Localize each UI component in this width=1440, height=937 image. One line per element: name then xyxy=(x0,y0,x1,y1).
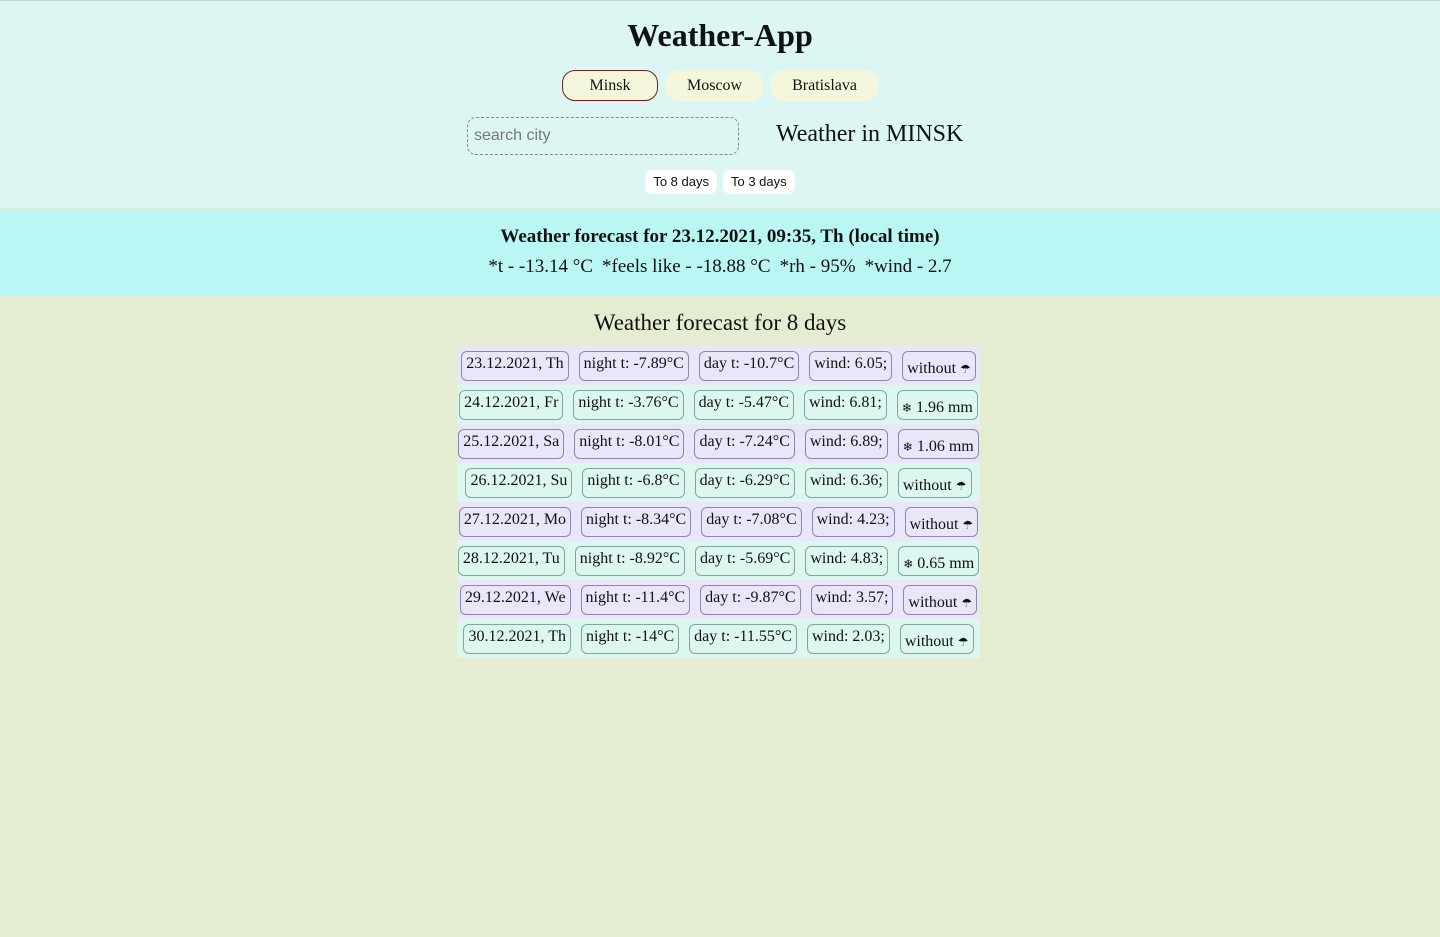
current-temperature: *t - -13.14 °C xyxy=(488,256,594,277)
forecast-day-temp: day t: -5.69°C xyxy=(694,545,796,576)
current-weather-panel xyxy=(0,209,1440,295)
forecast-precipitation-value: 0.65 mm xyxy=(917,554,975,572)
forecast-night-temp: night t: -11.4°C xyxy=(580,584,691,615)
forecast-day-temp: day t: -7.08°C xyxy=(701,506,802,537)
forecast-night-temp: night t: -3.76°C xyxy=(573,389,684,420)
forecast-precipitation: ❄ 1.96 mm xyxy=(896,389,978,420)
forecast-wind: wind: 4.83; xyxy=(805,545,889,576)
forecast-precipitation-value: without xyxy=(908,593,958,611)
current-humidity: *rh - 95% xyxy=(779,256,856,277)
forecast-list: 23.12.2021, Th night t: -7.89°C day t: -10… xyxy=(457,346,980,658)
city-button-minsk[interactable]: Minsk xyxy=(562,70,658,101)
forecast-night-temp: night t: -8.92°C xyxy=(574,545,685,576)
forecast-wind: wind: 2.03; xyxy=(806,623,890,654)
forecast-date: 30.12.2021, Th xyxy=(463,623,571,654)
current-weather-stats: *t - -13.14 °C *feels like - -18.88 °C *… xyxy=(0,256,1440,278)
snowflake-icon: ❄ xyxy=(903,556,914,571)
forecast-precipitation-value: 1.06 mm xyxy=(916,437,974,455)
forecast-night-temp: night t: -8.34°C xyxy=(581,506,692,537)
forecast-wind: wind: 6.81; xyxy=(803,389,887,420)
umbrella-icon: ☂ xyxy=(962,517,974,532)
umbrella-icon: ☂ xyxy=(955,478,967,493)
umbrella-icon: ☂ xyxy=(961,595,973,610)
forecast-wind: wind: 6.36; xyxy=(804,467,888,498)
forecast-day-temp: day t: -5.47°C xyxy=(693,389,794,420)
umbrella-icon: ☂ xyxy=(957,634,969,649)
forecast-precipitation: without ☂ xyxy=(904,506,979,537)
current-feels-like: *feels like - -18.88 °C xyxy=(602,256,771,277)
forecast-row: 25.12.2021, Sa night t: -8.01°C day t: -7.… xyxy=(457,424,980,463)
forecast-wind: wind: 3.57; xyxy=(810,584,894,615)
city-selector: Minsk Moscow Bratislava xyxy=(0,70,1440,101)
snowflake-icon: ❄ xyxy=(901,400,912,415)
forecast-precipitation-value: 1.96 mm xyxy=(915,398,973,416)
forecast-precipitation-value: without xyxy=(902,476,952,494)
app-title: Weather-App xyxy=(627,17,813,53)
forecast-row: 27.12.2021, Mo night t: -8.34°C day t: -7.… xyxy=(457,502,980,541)
forecast-wind: wind: 4.23; xyxy=(811,506,895,537)
umbrella-icon: ☂ xyxy=(960,361,971,376)
forecast-row: 30.12.2021, Th night t: -14°C day t: -11.5… xyxy=(457,619,980,658)
search-city-input[interactable] xyxy=(467,117,739,155)
forecast-date: 29.12.2021, We xyxy=(459,584,571,615)
forecast-day-temp: day t: -7.24°C xyxy=(694,428,795,459)
forecast-night-temp: night t: -6.8°C xyxy=(582,467,685,498)
forecast-precipitation: without ☂ xyxy=(903,584,978,615)
header-section: Weather-App Minsk Moscow Bratislava Weat… xyxy=(0,0,1440,208)
forecast-date: 27.12.2021, Mo xyxy=(458,506,572,537)
forecast-precipitation: ❄ 0.65 mm xyxy=(898,545,980,576)
forecast-day-temp: day t: -10.7°C xyxy=(698,350,800,381)
forecast-title: Weather forecast for 8 days xyxy=(593,310,847,335)
forecast-row: 23.12.2021, Th night t: -7.89°C day t: -10… xyxy=(457,346,980,385)
forecast-row: 24.12.2021, Fr night t: -3.76°C day t: -5.… xyxy=(457,385,980,424)
forecast-date: 25.12.2021, Sa xyxy=(458,428,565,459)
forecast-wind: wind: 6.05; xyxy=(809,350,893,381)
forecast-row: 28.12.2021, Tu night t: -8.92°C day t: -5.… xyxy=(457,541,980,580)
forecast-date: 28.12.2021, Tu xyxy=(457,545,565,576)
forecast-precipitation-value: without xyxy=(909,515,959,533)
forecast-date: 26.12.2021, Su xyxy=(465,467,573,498)
forecast-row: 26.12.2021, Su night t: -6.8°C day t: -6.2… xyxy=(457,463,980,502)
selected-city-heading: Weather in MINSK xyxy=(776,121,964,147)
forecast-wind: wind: 6.89; xyxy=(804,428,888,459)
forecast-night-temp: night t: -7.89°C xyxy=(578,350,689,381)
forecast-row: 29.12.2021, We night t: -11.4°C day t: -9.… xyxy=(457,580,980,619)
current-wind: *wind - 2.7 xyxy=(864,256,952,277)
city-button-bratislava[interactable]: Bratislava xyxy=(771,70,878,101)
forecast-day-temp: day t: -6.29°C xyxy=(694,467,795,498)
city-button-moscow[interactable]: Moscow xyxy=(666,70,764,101)
forecast-precipitation: without ☂ xyxy=(902,350,976,381)
forecast-precipitation-value: without xyxy=(904,632,954,650)
forecast-precipitation-value: without xyxy=(907,359,957,377)
snowflake-icon: ❄ xyxy=(902,439,913,454)
forecast-date: 23.12.2021, Th xyxy=(461,350,569,381)
forecast-precipitation: ❄ 1.06 mm xyxy=(897,428,979,459)
to-8-days-button[interactable]: To 8 days xyxy=(645,170,717,194)
forecast-night-temp: night t: -14°C xyxy=(580,623,680,654)
forecast-range-selector: To 8 days To 3 days xyxy=(0,170,1440,194)
forecast-date: 24.12.2021, Fr xyxy=(459,389,564,420)
forecast-precipitation: without ☂ xyxy=(899,623,974,654)
forecast-precipitation: without ☂ xyxy=(897,467,972,498)
forecast-day-temp: day t: -9.87°C xyxy=(700,584,801,615)
to-3-days-button[interactable]: To 3 days xyxy=(723,170,795,194)
current-weather-title: Weather forecast for 23.12.2021, 09:35, … xyxy=(500,226,940,247)
forecast-day-temp: day t: -11.55°C xyxy=(689,623,797,654)
forecast-night-temp: night t: -8.01°C xyxy=(574,428,685,459)
